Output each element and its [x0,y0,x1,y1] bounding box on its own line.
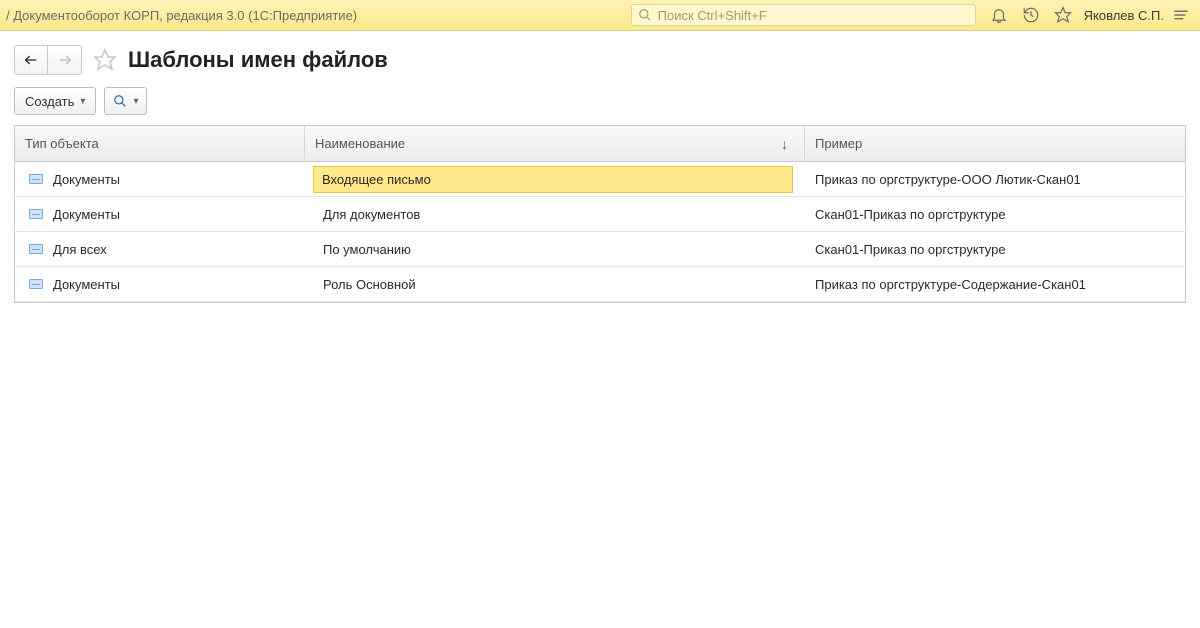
create-button[interactable]: Создать ▾ [14,87,96,115]
cell-example: Скан01-Приказ по оргструктуре [805,197,1185,231]
nav-group [14,45,82,75]
arrow-right-icon [57,52,73,68]
cell-type: Документы [15,162,305,196]
row-item-icon [29,244,43,254]
cell-name-text: Роль Основной [315,271,795,298]
titlebar: / Документооборот КОРП, редакция 3.0 (1С… [0,0,1200,31]
page-title: Шаблоны имен файлов [128,47,388,73]
forward-button[interactable] [48,45,82,75]
table-row[interactable]: Документы Роль Основной Приказ по оргструк… [15,267,1185,302]
arrow-left-icon [23,52,39,68]
toolbar: Создать ▾ ▾ [0,83,1200,125]
grid-body: Документы Входящее письмо Приказ по оргстр… [15,162,1185,302]
column-header-name[interactable]: Наименование ↓ [305,126,805,161]
command-row: Шаблоны имен файлов [0,31,1200,83]
column-header-example-label: Пример [815,136,862,151]
row-item-icon [29,209,43,219]
history-icon[interactable] [1022,6,1040,24]
grid-header: Тип объекта Наименование ↓ Пример [15,126,1185,162]
cell-name-text: Для документов [315,201,795,228]
table-row[interactable]: Для всех По умолчанию Скан01-Приказ по орг… [15,232,1185,267]
cell-name[interactable]: По умолчанию [305,232,805,266]
search-icon [638,8,652,22]
back-button[interactable] [14,45,48,75]
cell-type-text: Документы [53,207,120,222]
menu-icon[interactable] [1172,6,1190,24]
star-icon[interactable] [1054,6,1072,24]
column-header-type[interactable]: Тип объекта [15,126,305,161]
cell-name-text: По умолчанию [315,236,795,263]
user-name[interactable]: Яковлев С.П. [1084,8,1164,23]
titlebar-icons [990,6,1072,24]
row-item-icon [29,279,43,289]
caret-down-icon: ▾ [133,96,138,107]
cell-type: Документы [15,267,305,301]
cell-name[interactable]: Для документов [305,197,805,231]
row-item-icon [29,174,43,184]
cell-type-text: Документы [53,172,120,187]
column-header-type-label: Тип объекта [25,136,99,151]
create-button-label: Создать [25,94,74,109]
search-icon [113,94,127,108]
table-row[interactable]: Документы Входящее письмо Приказ по оргстр… [15,162,1185,197]
cell-example: Приказ по оргструктуре-Содержание-Скан01 [805,267,1185,301]
bell-icon[interactable] [990,6,1008,24]
cell-type: Для всех [15,232,305,266]
cell-type-text: Для всех [53,242,107,257]
column-header-example[interactable]: Пример [805,126,1185,161]
cell-name[interactable]: Роль Основной [305,267,805,301]
cell-example: Приказ по оргструктуре-ООО Лютик-Скан01 [805,162,1185,196]
cell-type-text: Документы [53,277,120,292]
data-grid: Тип объекта Наименование ↓ Пример Докуме… [14,125,1186,303]
caret-down-icon: ▾ [80,96,85,107]
cell-example: Скан01-Приказ по оргструктуре [805,232,1185,266]
cell-name[interactable]: Входящее письмо [305,162,805,196]
search-button[interactable]: ▾ [104,87,147,115]
app-title: / Документооборот КОРП, редакция 3.0 (1С… [6,8,367,23]
favorite-star-icon[interactable] [92,47,118,73]
search-placeholder: Поиск Ctrl+Shift+F [658,8,767,23]
sort-asc-icon: ↓ [781,136,788,152]
table-row[interactable]: Документы Для документов Скан01-Приказ по … [15,197,1185,232]
column-header-name-label: Наименование [315,136,405,151]
search-input[interactable]: Поиск Ctrl+Shift+F [631,4,976,26]
cell-name-text: Входящее письмо [313,166,793,193]
cell-type: Документы [15,197,305,231]
